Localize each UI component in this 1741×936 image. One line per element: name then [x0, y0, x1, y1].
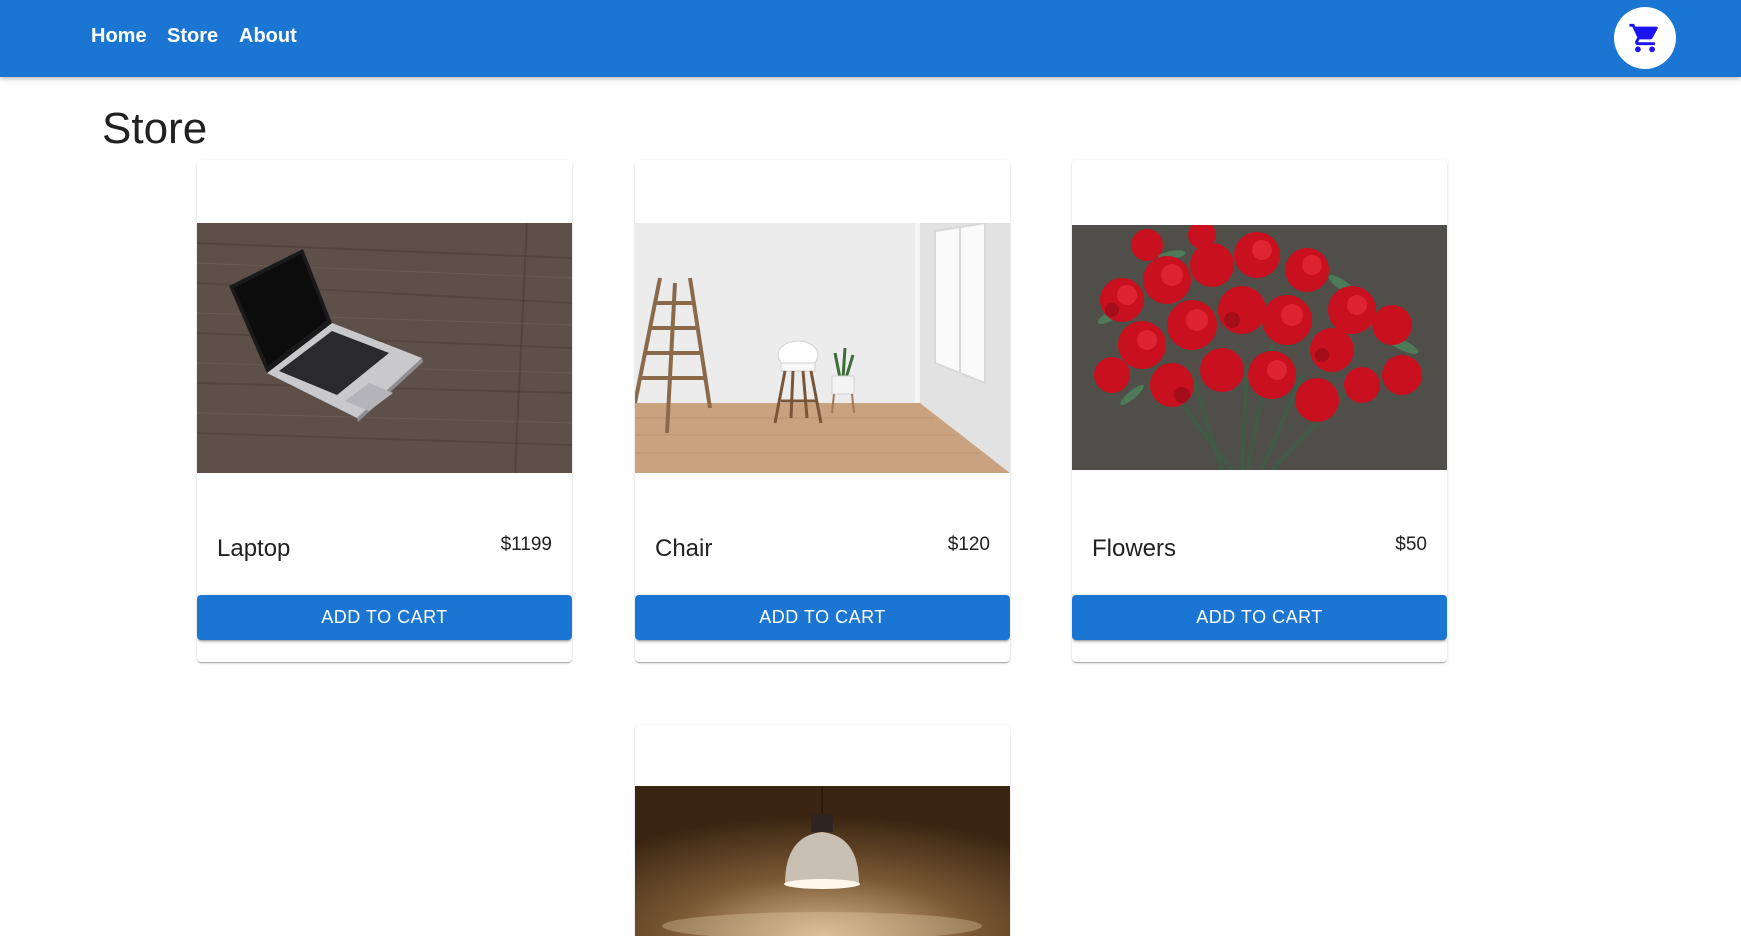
product-price: $120 — [947, 534, 990, 555]
nav-home-link[interactable]: Home — [91, 22, 147, 50]
nav-store-link[interactable]: Store — [167, 22, 218, 50]
product-price: $50 — [1395, 534, 1427, 555]
top-app-bar: Home Store About — [0, 0, 1741, 77]
product-name: Chair — [655, 535, 713, 562]
add-to-cart-button[interactable]: ADD TO CART — [1072, 595, 1447, 640]
add-to-cart-button[interactable]: ADD TO CART — [635, 595, 1010, 640]
product-card-lamp — [635, 725, 1010, 936]
cart-button[interactable] — [1614, 7, 1676, 69]
lamp-photo — [635, 786, 1010, 936]
product-price: $1199 — [500, 534, 552, 555]
chair-photo — [635, 223, 1010, 473]
laptop-photo — [197, 223, 572, 473]
product-card-laptop: Laptop $1199 ADD TO CART — [197, 160, 572, 662]
product-card-chair: Chair $120 ADD TO CART — [635, 160, 1010, 662]
add-to-cart-button[interactable]: ADD TO CART — [197, 595, 572, 640]
shopping-cart-icon — [1629, 23, 1658, 53]
product-name: Laptop — [217, 535, 291, 562]
page-title: Store — [102, 104, 208, 153]
nav-about-link[interactable]: About — [239, 22, 297, 50]
flowers-photo — [1072, 225, 1447, 470]
product-card-flowers: Flowers $50 ADD TO CART — [1072, 160, 1447, 662]
product-name: Flowers — [1092, 535, 1177, 562]
